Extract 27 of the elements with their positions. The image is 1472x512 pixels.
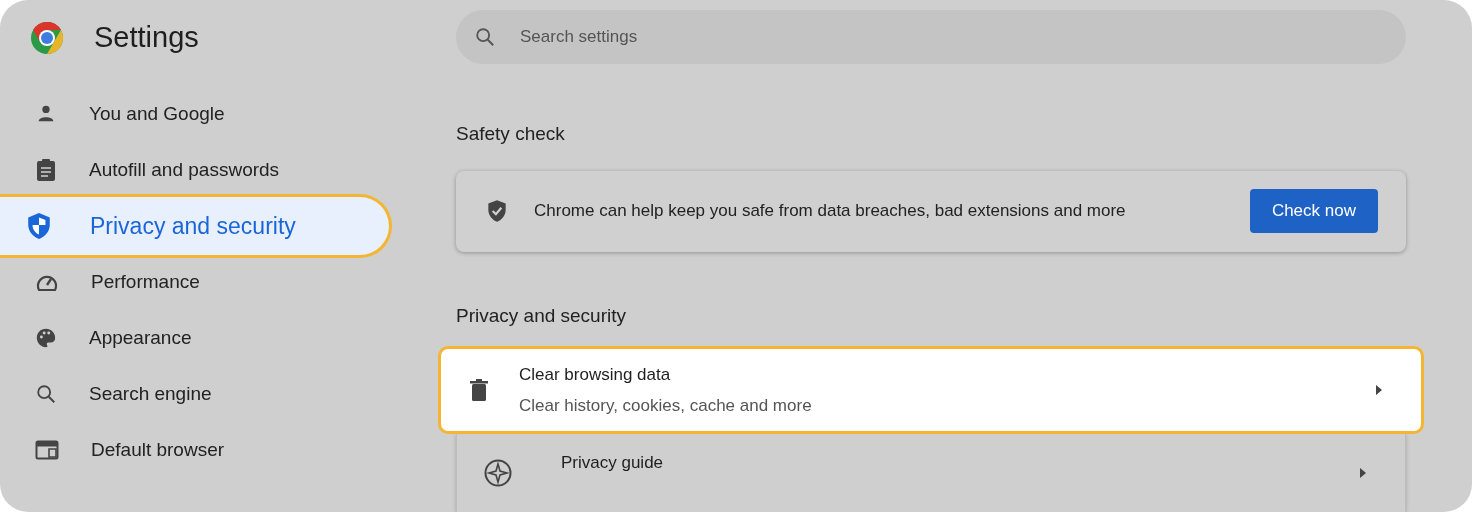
- chrome-logo-icon: [30, 21, 64, 55]
- row-title: Privacy guide: [561, 452, 665, 474]
- row-title: Clear browsing data: [519, 363, 672, 386]
- search-field[interactable]: Search settings: [456, 10, 1406, 64]
- check-now-button[interactable]: Check now: [1249, 189, 1378, 233]
- clipboard-icon: [35, 158, 57, 182]
- search-icon: [474, 26, 496, 48]
- trash-icon: [469, 378, 489, 402]
- sidebar-item[interactable]: Search engine: [0, 366, 392, 422]
- settings-row[interactable]: Privacy guide: [456, 434, 1406, 512]
- safety-check-text: Chrome can help keep you safe from data breaches, bad extensions and more: [534, 200, 1127, 223]
- browser-window-icon: [35, 440, 59, 460]
- shield-icon: [26, 212, 52, 240]
- palette-icon: [35, 327, 57, 349]
- app-title: Settings: [94, 20, 199, 56]
- sidebar-item[interactable]: Default browser: [0, 422, 392, 478]
- row-subtitle: Clear history, cookies, cache and more: [519, 395, 813, 417]
- section-heading: Privacy and security: [456, 303, 627, 328]
- caret-right-icon: [1359, 467, 1367, 479]
- sidebar-item[interactable]: Privacy and security: [0, 194, 392, 258]
- sidebar-item[interactable]: Appearance: [0, 310, 392, 366]
- settings-row[interactable]: Clear browsing data Clear history, cookies, cache and more: [438, 346, 1424, 434]
- search-icon: [35, 383, 57, 405]
- section-heading: Safety check: [456, 122, 566, 146]
- sidebar-item[interactable]: You and Google: [0, 86, 392, 142]
- compass-icon: [483, 458, 513, 488]
- caret-right-icon: [1375, 384, 1383, 396]
